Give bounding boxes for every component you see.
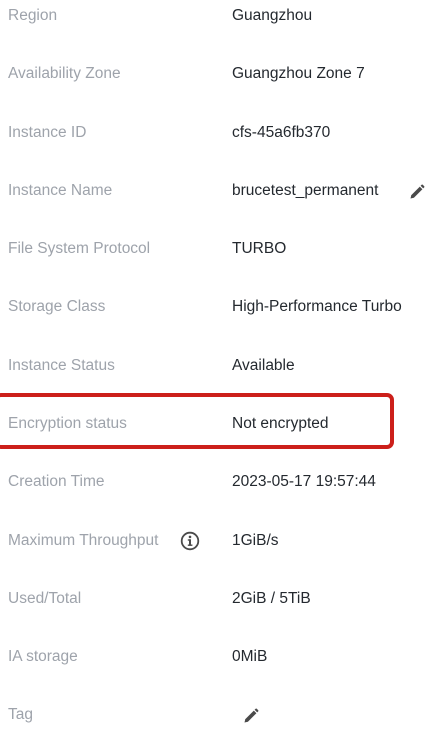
maximum-throughput-label: Maximum Throughput [8,532,159,549]
ia-storage-value: 0MiB [232,648,268,665]
edit-instance-name-pencil-icon[interactable] [408,183,425,201]
ia-storage-label: IA storage [8,648,78,665]
instance-name-value: brucetest_permanent [232,182,379,199]
file-system-protocol-value: TURBO [232,240,287,257]
creation-time-label: Creation Time [8,473,105,490]
instance-details-panel: Region Guangzhou Availability Zone Guang… [0,0,425,729]
detail-row-instance-id: Instance ID cfs-45a6fb370 [0,116,425,174]
detail-row-used-total: Used/Total 2GiB / 5TiB [0,582,425,640]
detail-row-file-system-protocol: File System Protocol TURBO [0,232,425,290]
encryption-status-label: Encryption status [8,415,127,432]
instance-id-label: Instance ID [8,124,87,141]
detail-row-tag: Tag [0,698,425,756]
instance-id-value: cfs-45a6fb370 [232,124,331,141]
used-total-value: 2GiB / 5TiB [232,590,311,607]
instance-name-label: Instance Name [8,182,113,199]
detail-row-availability-zone: Availability Zone Guangzhou Zone 7 [0,57,425,115]
region-label: Region [8,7,58,24]
tag-label: Tag [8,706,33,723]
instance-status-label: Instance Status [8,357,115,374]
encryption-status-value: Not encrypted [232,415,329,432]
creation-time-value: 2023-05-17 19:57:44 [232,473,376,490]
detail-row-ia-storage: IA storage 0MiB [0,640,425,698]
availability-zone-label: Availability Zone [8,65,121,82]
maximum-throughput-value: 1GiB/s [232,532,279,549]
instance-status-value: Available [232,357,295,374]
region-value: Guangzhou [232,7,313,24]
file-system-protocol-label: File System Protocol [8,240,151,257]
storage-class-value: High-Performance Turbo [232,298,402,315]
detail-row-encryption-status: Encryption status Not encrypted [0,407,425,465]
used-total-label: Used/Total [8,590,82,607]
detail-row-region: Region Guangzhou [0,0,425,57]
info-circle-icon[interactable] [180,531,200,551]
storage-class-label: Storage Class [8,298,106,315]
detail-row-storage-class: Storage Class High-Performance Turbo [0,290,425,348]
detail-row-instance-name: Instance Name brucetest_permanent [0,174,425,232]
availability-zone-value: Guangzhou Zone 7 [232,65,365,82]
detail-row-instance-status: Instance Status Available [0,349,425,407]
detail-row-maximum-throughput: Maximum Throughput 1GiB/s [0,524,425,582]
detail-row-creation-time: Creation Time 2023-05-17 19:57:44 [0,465,425,523]
edit-tag-pencil-icon[interactable] [242,707,260,725]
